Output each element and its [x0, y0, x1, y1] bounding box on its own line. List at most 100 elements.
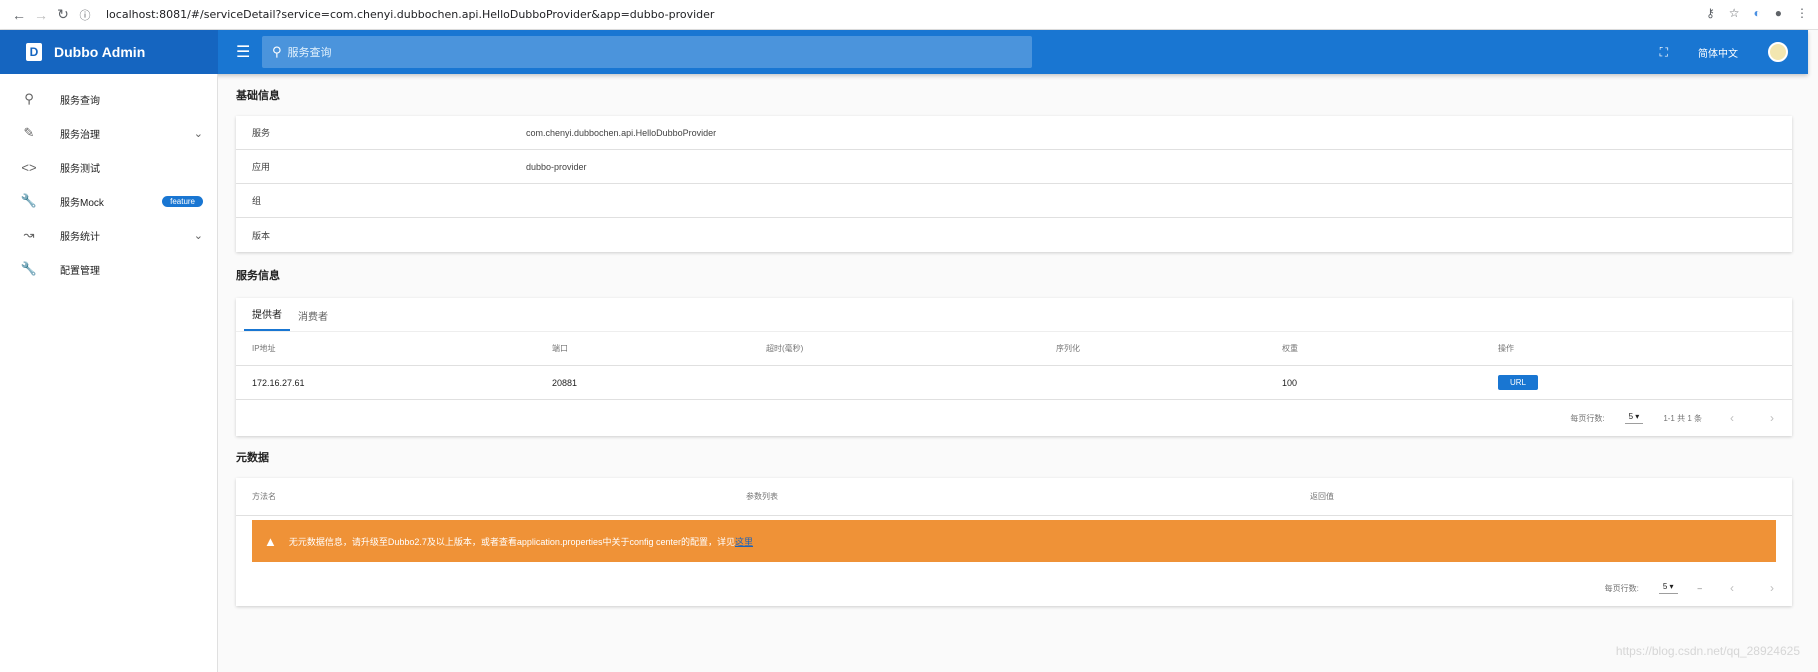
sidebar-item-label: 配置管理: [60, 265, 100, 277]
search-placeholder: 服务查询: [287, 47, 332, 59]
kv-key: 服务: [252, 128, 271, 138]
star-icon[interactable]: ☆: [1729, 6, 1740, 20]
kv-value: dubbo-provider: [526, 161, 587, 172]
sidebar-item-label: 服务测试: [60, 163, 100, 175]
sidebar-item-label: 服务查询: [60, 95, 100, 107]
rows-per-page-select[interactable]: 5 ▾: [1624, 412, 1644, 424]
next-page-icon[interactable]: ›: [1762, 411, 1782, 425]
kv-key: 组: [252, 196, 262, 206]
address-bar[interactable]: localhost:8081/#/serviceDetail?service=c…: [106, 8, 714, 21]
port-cell: 20881: [552, 377, 578, 388]
kv-key: 版本: [252, 230, 271, 241]
tab-consumers[interactable]: 消费者: [290, 308, 336, 331]
url-button[interactable]: URL: [1498, 375, 1539, 390]
browser-toolbar: ← → ↻ ⓘ localhost:8081/#/serviceDetail?s…: [0, 0, 1818, 30]
avatar[interactable]: [1768, 42, 1788, 62]
rows-per-page-select[interactable]: 5 ▾: [1658, 582, 1678, 594]
profile-icon[interactable]: ●: [1775, 6, 1782, 20]
warning-icon: ▲: [264, 533, 277, 549]
brand[interactable]: D Dubbo Admin: [0, 30, 218, 74]
service-tabs: 提供者 消费者: [236, 298, 1792, 332]
kv-row-version: 版本: [236, 218, 1792, 252]
info-icon[interactable]: ⓘ: [74, 7, 96, 23]
warning-link[interactable]: 这里: [735, 535, 753, 548]
main-content: 基础信息 服务 com.chenyi.dubbochen.api.HelloDu…: [236, 74, 1792, 606]
metadata-title: 元数据: [236, 452, 269, 464]
brand-title: Dubbo Admin: [54, 44, 146, 60]
sidebar-item-config-management[interactable]: 🔧 配置管理: [0, 252, 217, 286]
code-icon: <>: [21, 159, 37, 175]
chevron-down-icon: ⌄: [193, 127, 203, 140]
wrench-icon: 🔧: [20, 193, 38, 208]
extension-icon[interactable]: ◐: [1754, 6, 1761, 20]
column-header[interactable]: 参数列表: [730, 491, 1294, 502]
language-switch[interactable]: 简体中文: [1698, 45, 1738, 60]
service-info-card: 提供者 消费者 IP地址 端口 超时(毫秒) 序列化 权重 操作 172.16.…: [236, 298, 1792, 436]
url-host: localhost: [106, 8, 156, 21]
rows-per-page-label: 每页行数:: [1570, 413, 1605, 423]
sidebar-item-service-search[interactable]: ⚲ 服务查询: [0, 82, 217, 116]
warning-text: 无元数据信息，请升级至Dubbo2.7及以上版本，或者查看application…: [288, 536, 735, 547]
url-path: :8081/#/serviceDetail?service=com.chenyi…: [155, 8, 715, 21]
pencil-icon: ✎: [23, 125, 35, 140]
page-range: –: [1697, 583, 1702, 593]
chevron-down-icon: ⌄: [193, 229, 203, 242]
pagination: 每页行数: 5 ▾ – ‹ ›: [236, 570, 1792, 606]
header-actions: ⛶ 简体中文: [1660, 30, 1788, 74]
next-page-icon[interactable]: ›: [1762, 581, 1782, 595]
metadata-card: 方法名 参数列表 返回值 ▲ 无元数据信息，请升级至Dubbo2.7及以上版本，…: [236, 478, 1792, 606]
table-header: IP地址 端口 超时(毫秒) 序列化 权重 操作: [236, 332, 1792, 366]
rows-per-page-label: 每页行数:: [1604, 583, 1639, 593]
pagination: 每页行数: 5 ▾ 1-1 共 1 条 ‹ ›: [236, 400, 1792, 436]
column-header[interactable]: 超时(毫秒): [750, 343, 1040, 354]
basic-info-title: 基础信息: [236, 90, 280, 102]
table-row: 172.16.27.61 20881 100 URL: [236, 366, 1792, 400]
forward-icon[interactable]: →: [30, 7, 52, 23]
search-icon: ⚲: [272, 44, 282, 59]
table-header: 方法名 参数列表 返回值: [236, 478, 1792, 516]
feature-badge: feature: [162, 195, 203, 207]
prev-page-icon[interactable]: ‹: [1722, 411, 1742, 425]
kv-row-application: 应用 dubbo-provider: [236, 150, 1792, 184]
kv-row-service: 服务 com.chenyi.dubbochen.api.HelloDubboPr…: [236, 116, 1792, 150]
menu-dots-icon[interactable]: ⋮: [1796, 6, 1808, 20]
ip-cell: 172.16.27.61: [252, 377, 305, 388]
trending-icon: ↝: [23, 227, 35, 242]
key-icon[interactable]: ⚷: [1706, 6, 1715, 20]
sidebar-item-service-test[interactable]: <> 服务测试: [0, 150, 217, 184]
browser-actions: ⚷ ☆ ◐ ● ⋮: [1706, 6, 1808, 20]
fullscreen-icon[interactable]: ⛶: [1660, 45, 1668, 60]
column-header[interactable]: 端口: [536, 343, 750, 354]
metadata-warning-alert: ▲ 无元数据信息，请升级至Dubbo2.7及以上版本，或者查看applicati…: [252, 520, 1776, 562]
sidebar-item-service-mock[interactable]: 🔧 服务Mock feature: [0, 184, 217, 218]
kv-key: 应用: [252, 162, 271, 172]
rows-per-page-value: 5: [1628, 412, 1634, 421]
sidebar: ⚲ 服务查询 ✎ 服务治理 ⌄ <> 服务测试 🔧 服务Mock feature…: [0, 74, 218, 672]
column-header[interactable]: IP地址: [236, 343, 536, 354]
prev-page-icon[interactable]: ‹: [1722, 581, 1742, 595]
hamburger-menu-icon[interactable]: ☰: [236, 42, 254, 62]
rows-per-page-value: 5: [1662, 582, 1668, 591]
sidebar-item-service-governance[interactable]: ✎ 服务治理 ⌄: [0, 116, 217, 150]
kv-value: com.chenyi.dubbochen.api.HelloDubboProvi…: [526, 127, 717, 138]
search-icon: ⚲: [24, 91, 34, 106]
app-header: D Dubbo Admin ☰ ⚲ 服务查询 ⛶ 简体中文: [0, 30, 1808, 74]
weight-cell: 100: [1282, 377, 1298, 388]
column-header[interactable]: 方法名: [236, 491, 730, 502]
tab-providers[interactable]: 提供者: [244, 306, 290, 331]
dubbo-logo-icon: D: [26, 43, 42, 61]
page-range: 1-1 共 1 条: [1663, 413, 1702, 423]
column-header: 操作: [1498, 344, 1514, 353]
column-header[interactable]: 返回值: [1294, 491, 1334, 502]
wrench-icon: 🔧: [20, 261, 38, 276]
kv-row-group: 组: [236, 184, 1792, 218]
column-header[interactable]: 权重: [1266, 343, 1482, 354]
search-input[interactable]: ⚲ 服务查询: [262, 36, 1032, 68]
watermark: https://blog.csdn.net/qq_28924625: [1615, 644, 1800, 658]
service-info-title: 服务信息: [236, 270, 280, 282]
basic-info-card: 服务 com.chenyi.dubbochen.api.HelloDubboPr…: [236, 116, 1792, 252]
reload-icon[interactable]: ↻: [52, 6, 74, 23]
column-header[interactable]: 序列化: [1040, 343, 1266, 354]
back-icon[interactable]: ←: [8, 7, 30, 23]
sidebar-item-service-stats[interactable]: ↝ 服务统计 ⌄: [0, 218, 217, 252]
